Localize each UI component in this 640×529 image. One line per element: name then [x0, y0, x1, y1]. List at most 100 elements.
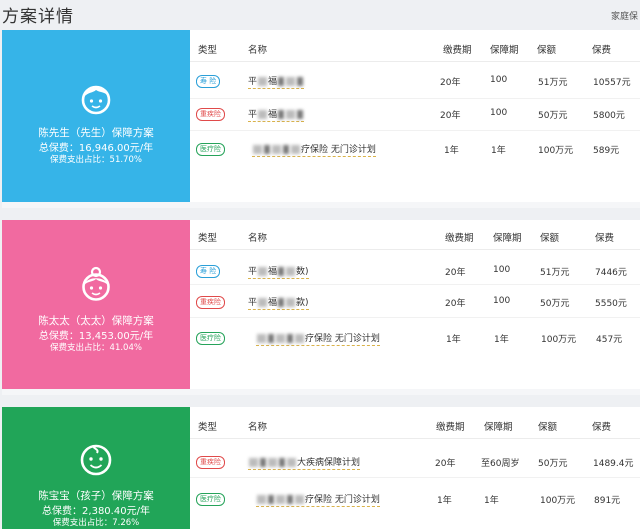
- card-footer: [2, 202, 640, 208]
- col-premium: 保费: [592, 422, 612, 433]
- type-badge-critical-illness: 重疾险: [196, 296, 225, 309]
- term: 至60周岁: [481, 459, 520, 469]
- page-title: 方案详情: [2, 7, 74, 27]
- product-name[interactable]: 平福: [248, 107, 305, 122]
- plan-title: 陈太太（太太）保障方案: [38, 315, 154, 327]
- product-name[interactable]: 疗保险 无门诊计划: [256, 331, 380, 346]
- product-name[interactable]: 平福: [248, 74, 305, 89]
- type-badge-life: 寿 险: [196, 75, 221, 88]
- term: 100: [490, 75, 508, 85]
- col-type: 类型: [198, 45, 218, 56]
- profile-panel-child: 陈宝宝（孩子）保障方案 总保费：2,380.40元/年 保费支出占比：7.26%: [2, 407, 190, 529]
- premium: 7446元: [595, 268, 627, 278]
- type-badge-critical-illness: 重疾险: [196, 108, 225, 121]
- divider: [190, 284, 640, 285]
- term: 100: [493, 265, 511, 275]
- policy-table: 类型 名称 缴费期 保障期 保额 保费 寿 险 平福 20年 100 51万元 …: [190, 30, 640, 208]
- col-pay-period: 缴费期: [445, 233, 474, 244]
- product-name[interactable]: 平福款): [248, 295, 309, 310]
- col-name: 名称: [248, 422, 268, 433]
- premium: 5800元: [593, 111, 625, 121]
- col-pay-period: 缴费期: [443, 45, 472, 56]
- col-type: 类型: [198, 422, 218, 433]
- product-name[interactable]: 疗保险 无门诊计划: [256, 492, 380, 507]
- coverage: 51万元: [538, 78, 568, 88]
- col-term: 保障期: [493, 233, 522, 244]
- pay-period: 20年: [440, 111, 461, 121]
- product-name[interactable]: 平福数): [248, 264, 309, 279]
- divider: [190, 317, 640, 318]
- col-name: 名称: [248, 45, 268, 56]
- pay-period: 20年: [445, 299, 466, 309]
- col-coverage: 保额: [540, 233, 560, 244]
- divider: [190, 477, 640, 478]
- premium: 891元: [594, 496, 621, 506]
- plan-total-premium: 总保费：13,453.00元/年: [38, 331, 154, 342]
- profile-panel-husband: 陈先生（先生）保障方案 总保费：16,946.00元/年 保费支出占比：51.7…: [2, 30, 190, 208]
- coverage: 100万元: [541, 335, 577, 345]
- profile-panel-wife: 陈太太（太太）保障方案 总保费：13,453.00元/年 保费支出占比：41.0…: [2, 220, 190, 395]
- type-badge-medical: 医疗险: [196, 143, 225, 156]
- premium: 10557元: [593, 78, 631, 88]
- policy-table: 类型 名称 缴费期 保障期 保额 保费 寿 险 平福数) 20年 100 51万…: [190, 220, 640, 395]
- col-premium: 保费: [595, 233, 615, 244]
- divider: [190, 438, 640, 439]
- divider: [190, 98, 640, 99]
- plan-premium-ratio: 保费支出占比：51.70%: [50, 155, 142, 165]
- plan-card-wife: 陈太太（太太）保障方案 总保费：13,453.00元/年 保费支出占比：41.0…: [2, 220, 640, 395]
- premium: 589元: [593, 146, 620, 156]
- divider: [190, 249, 640, 250]
- coverage: 50万元: [538, 459, 568, 469]
- term: 100: [490, 108, 508, 118]
- term: 1年: [491, 146, 506, 156]
- col-name: 名称: [248, 233, 268, 244]
- col-coverage: 保额: [537, 45, 557, 56]
- plan-premium-ratio: 保费支出占比：7.26%: [52, 518, 140, 528]
- divider: [190, 61, 640, 62]
- coverage: 50万元: [538, 111, 568, 121]
- premium: 1489.4元: [593, 459, 634, 469]
- pay-period: 1年: [446, 335, 461, 345]
- col-pay-period: 缴费期: [436, 422, 465, 433]
- card-footer: [2, 389, 640, 395]
- boy-avatar-icon: [81, 85, 111, 115]
- product-name[interactable]: 疗保险 无门诊计划: [252, 142, 376, 157]
- pay-period: 20年: [440, 78, 461, 88]
- type-badge-medical: 医疗险: [196, 332, 225, 345]
- premium: 5550元: [595, 299, 627, 309]
- coverage: 51万元: [540, 268, 570, 278]
- type-badge-critical-illness: 重疾险: [196, 456, 225, 469]
- product-name[interactable]: 大疾病保障计划: [248, 455, 361, 470]
- coverage: 100万元: [540, 496, 576, 506]
- plan-title: 陈宝宝（孩子）保障方案: [38, 490, 154, 502]
- baby-avatar-icon: [80, 444, 112, 476]
- col-type: 类型: [198, 233, 218, 244]
- col-coverage: 保额: [538, 422, 558, 433]
- term: 1年: [484, 496, 499, 506]
- type-badge-life: 寿 险: [196, 265, 221, 278]
- type-badge-medical: 医疗险: [196, 493, 225, 506]
- plan-total-premium: 总保费：2,380.40元/年: [42, 506, 150, 517]
- woman-avatar-icon: [82, 266, 110, 301]
- term: 100: [493, 296, 511, 306]
- coverage: 100万元: [538, 146, 574, 156]
- pay-period: 1年: [444, 146, 459, 156]
- coverage: 50万元: [540, 299, 570, 309]
- term: 1年: [494, 335, 509, 345]
- pay-period: 20年: [435, 459, 456, 469]
- plan-total-premium: 总保费：16,946.00元/年: [38, 143, 154, 154]
- divider: [190, 130, 640, 131]
- premium: 457元: [596, 335, 623, 345]
- header-link[interactable]: 家庭保: [611, 9, 638, 22]
- plan-premium-ratio: 保费支出占比：41.04%: [50, 343, 142, 353]
- pay-period: 20年: [445, 268, 466, 278]
- col-term: 保障期: [490, 45, 519, 56]
- col-premium: 保费: [592, 45, 612, 56]
- plan-card-child: 陈宝宝（孩子）保障方案 总保费：2,380.40元/年 保费支出占比：7.26%…: [2, 407, 640, 529]
- plan-card-husband: 陈先生（先生）保障方案 总保费：16,946.00元/年 保费支出占比：51.7…: [2, 30, 640, 208]
- plan-title: 陈先生（先生）保障方案: [38, 127, 154, 139]
- policy-table: 类型 名称 缴费期 保障期 保额 保费 重疾险 大疾病保障计划 20年 至60周…: [190, 407, 640, 529]
- page-header: 方案详情 家庭保: [0, 0, 640, 28]
- col-term: 保障期: [484, 422, 513, 433]
- pay-period: 1年: [437, 496, 452, 506]
